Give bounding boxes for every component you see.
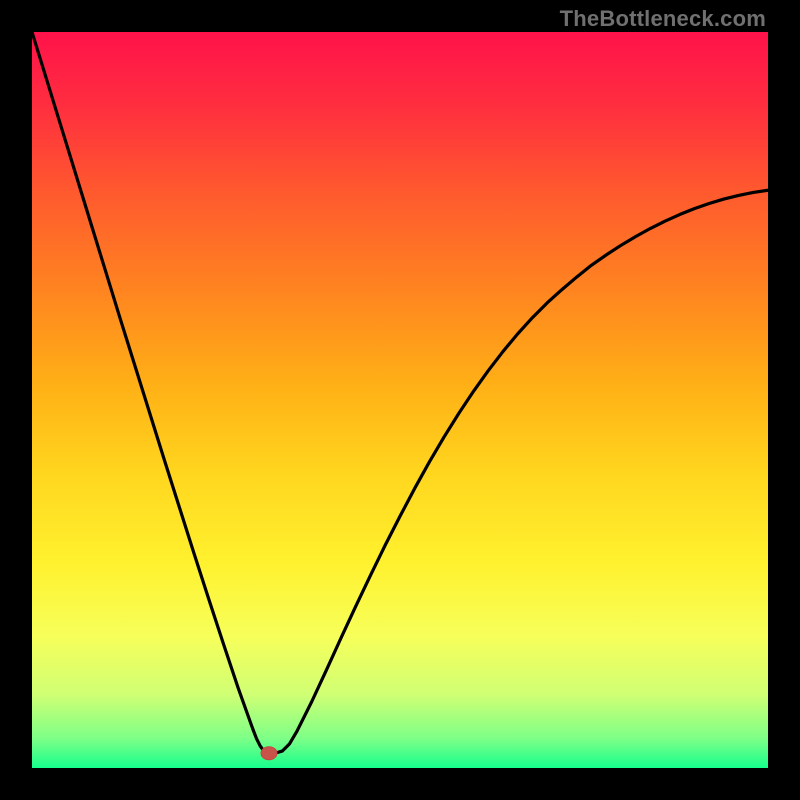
chart-frame — [32, 32, 768, 768]
optimum-marker — [261, 747, 277, 760]
bottleneck-chart — [32, 32, 768, 768]
watermark-text: TheBottleneck.com — [560, 6, 766, 32]
gradient-background — [32, 32, 768, 768]
